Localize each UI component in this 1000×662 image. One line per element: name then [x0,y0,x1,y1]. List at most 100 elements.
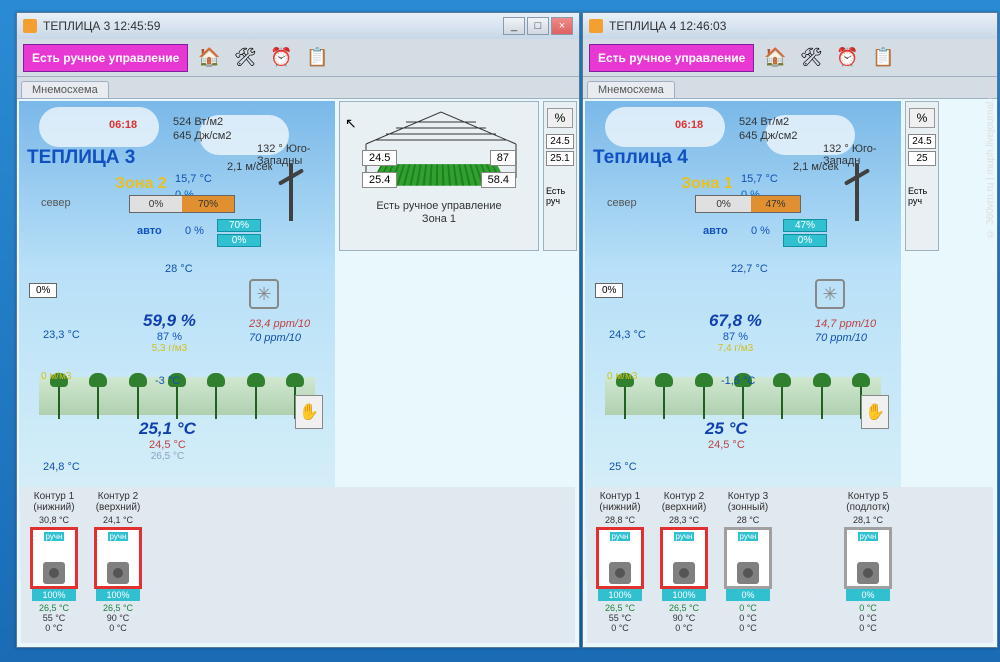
pct-value: 0 % [751,225,770,237]
close-button[interactable]: × [551,17,573,35]
notes-icon[interactable]: 📋 [302,43,332,73]
contour-setpoints: 0 °C0 °C0 °C [739,603,757,633]
zone-label: Зона 2 [115,175,167,193]
contour-temp: 24,1 °C [103,515,133,525]
pump-icon [737,562,759,584]
inner-temp: 22,7 °C [731,263,768,275]
windmill-icon [267,157,315,221]
tab-mnemonic[interactable]: Мнемосхема [587,81,675,98]
manual-icon[interactable]: ✋ [295,395,323,429]
contour-box: ручн [724,527,772,589]
soil-temp: -3 °C [155,375,180,387]
app-icon [589,19,603,33]
home-icon[interactable]: 🏠 [760,43,790,73]
diag-val-2: 87 [490,150,516,166]
mode-tag: ручн [674,532,695,541]
percent-icon[interactable]: % [909,108,935,128]
sp2-val-2: 25.1 [546,151,574,166]
pct-value: 0 % [185,225,204,237]
left-temp: 23,3 °C [43,329,80,341]
irrigation-value: 0 м/м3 [607,371,637,382]
pct-bar: 100% [598,589,642,601]
contour-title: Контур 3 (зонный) [719,491,777,513]
greenhouse-title: ТЕПЛИЦА 3 [27,147,135,169]
greenhouse-title: Теплица 4 [593,147,688,169]
contour-temp: 28,1 °C [853,515,883,525]
sp2-text: Есть руч [908,186,936,206]
contour-box: ручн [844,527,892,589]
vent-bar[interactable]: 0% 47% [695,195,801,213]
bottom-temp: 24,8 °C [43,461,80,473]
diag-val-1: 24.5 [362,150,397,166]
contour-item[interactable]: Контур 3 (зонный) 28 °C ручн 0% 0 °C0 °C… [719,491,777,639]
pump-icon [609,562,631,584]
outer-temp: 15,7 °C [175,173,212,185]
contour-title: Контур 1 (нижний) [25,491,83,513]
screen-bars: 70% 0% [217,219,261,249]
fan-icon[interactable]: ✳ [815,279,845,309]
diag-val-4: 58.4 [481,172,516,188]
clock-icon[interactable]: ⏰ [266,43,296,73]
time-value: 06:18 [109,119,137,131]
pump-icon [107,562,129,584]
sp2-val-1: 24.5 [908,134,936,149]
contour-item[interactable]: Контур 5 (подлотк) 28,1 °C ручн 0% 0 °C0… [839,491,897,639]
tools-icon[interactable]: 🛠 [230,43,260,73]
auto-label: авто [137,225,162,237]
mode-tag: ручн [858,532,879,541]
pct-bar: 100% [96,589,140,601]
side-vent-pct[interactable]: 0% [595,283,623,298]
contour-item[interactable]: Контур 1 (нижний) 30,8 °C ручн 100% 26,5… [25,491,83,639]
manual-control-button[interactable]: Есть ручное управление [23,44,188,72]
zone-label: Зона 1 [681,175,733,193]
titlebar[interactable]: ТЕПЛИЦА 4 12:46:03 [583,13,997,39]
soil-temp: -1,5 °C [721,375,755,387]
side-vent-pct[interactable]: 0% [29,283,57,298]
contour-box: ручн [596,527,644,589]
contours-panel: Контур 1 (нижний) 28,8 °C ручн 100% 26,5… [587,487,993,643]
content-area: 06:18 524 Вт/м2 645 Дж/см2 Теплица 4 132… [583,99,997,647]
manual-control-button[interactable]: Есть ручное управление [589,44,754,72]
pct-bar: 100% [32,589,76,601]
window-title: ТЕПЛИЦА 3 12:45:59 [43,19,160,33]
tab-row: Мнемосхема [583,77,997,99]
titlebar[interactable]: ТЕПЛИЦА 3 12:45:59 _ □ × [17,13,579,39]
time-value: 06:18 [675,119,703,131]
inner-temp: 28 °C [165,263,193,275]
contour-temp: 28 °C [737,515,760,525]
contour-title: Контур 2 (верхний) [655,491,713,513]
greenhouse-diagram: 24.5 87 25.4 58.4 [356,108,522,198]
zone1-diagram-panel: 24.5 87 25.4 58.4 Есть ручное управление… [339,101,539,251]
notes-icon[interactable]: 📋 [868,43,898,73]
tab-mnemonic[interactable]: Мнемосхема [21,81,109,98]
manual-icon[interactable]: ✋ [861,395,889,429]
tools-icon[interactable]: 🛠 [796,43,826,73]
screen-bars: 47% 0% [783,219,827,249]
toolbar: Есть ручное управление 🏠 🛠 ⏰ 📋 [583,39,997,77]
contour-item[interactable]: Контур 2 (верхний) 24,1 °C ручн 100% 26,… [89,491,147,639]
pct-bar: 0% [846,589,890,601]
clock-icon[interactable]: ⏰ [832,43,862,73]
contour-temp: 28,8 °C [605,515,635,525]
maximize-button[interactable]: □ [527,17,549,35]
fan-icon[interactable]: ✳ [249,279,279,309]
mode-tag: ручн [738,532,759,541]
percent-icon[interactable]: % [547,108,573,128]
contour-item[interactable]: Контур 2 (верхний) 28,3 °C ручн 100% 26,… [655,491,713,639]
windmill-icon [833,157,881,221]
contour-title: Контур 5 (подлотк) [839,491,897,513]
pct-bar: 100% [662,589,706,601]
irrigation-value: 0 м/м3 [41,371,71,382]
vent-bar[interactable]: 0% 70% [129,195,235,213]
app-icon [23,19,37,33]
pump-icon [43,562,65,584]
contour-title: Контур 1 (нижний) [591,491,649,513]
contour-temp: 30,8 °C [39,515,69,525]
contour-setpoints: 26,5 °C55 °C0 °C [39,603,69,633]
contour-box: ручн [30,527,78,589]
contour-item[interactable]: Контур 1 (нижний) 28,8 °C ручн 100% 26,5… [591,491,649,639]
content-area: 06:18 524 Вт/м2 645 Дж/см2 ТЕПЛИЦА 3 132… [17,99,579,647]
left-temp: 24,3 °C [609,329,646,341]
minimize-button[interactable]: _ [503,17,525,35]
home-icon[interactable]: 🏠 [194,43,224,73]
